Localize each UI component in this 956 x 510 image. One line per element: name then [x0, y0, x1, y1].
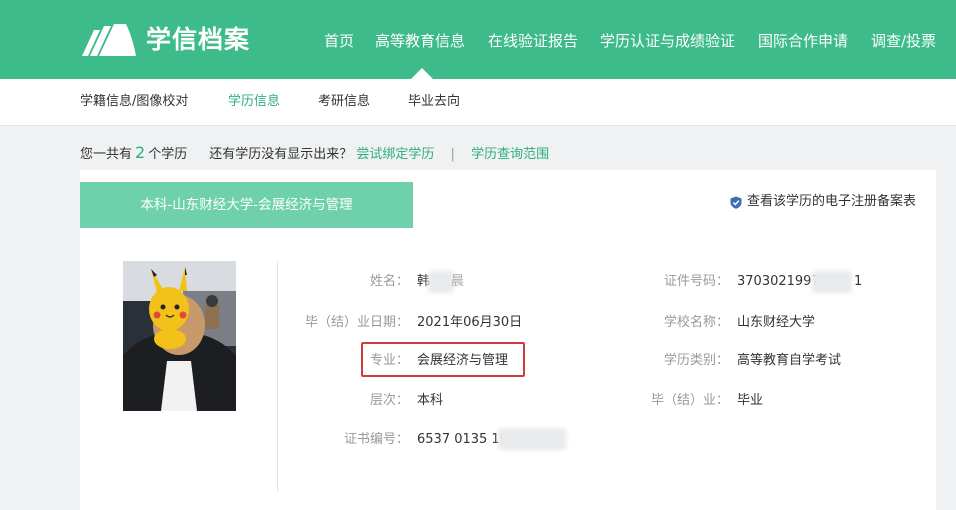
sub-nav: 学籍信息/图像校对 学历信息 考研信息 毕业去向	[0, 79, 956, 126]
nav-home[interactable]: 首页	[324, 30, 354, 52]
cert-number-value: 6537 0135 19	[417, 432, 508, 447]
redaction-blur	[812, 271, 852, 293]
school-label: 学校名称：	[663, 315, 729, 330]
level-label: 层次：	[369, 393, 409, 408]
degree-tab[interactable]: 本科-山东财经大学-会展经济与管理	[80, 182, 413, 228]
redaction-blur	[498, 428, 566, 450]
nav-higher-education[interactable]: 高等教育信息	[375, 30, 465, 52]
register-link-text: 查看该学历的电子注册备案表	[746, 194, 916, 209]
subnav-degree-info[interactable]: 学历信息	[228, 93, 280, 111]
query-scope-link[interactable]: 学历查询范围	[471, 147, 549, 162]
id-label: 证件号码：	[663, 274, 729, 289]
grad-date-label: 毕（结）业日期：	[304, 315, 409, 330]
register-form-link[interactable]: 查看该学历的电子注册备案表	[730, 192, 916, 212]
photo-image	[123, 261, 236, 411]
nav-international[interactable]: 国际合作申请	[758, 30, 848, 52]
grad-result-label: 毕（结）业：	[650, 393, 729, 408]
nav-certification[interactable]: 学历认证与成绩验证	[600, 30, 735, 52]
school-value: 山东财经大学	[737, 315, 816, 330]
nav-survey[interactable]: 调查/投票	[871, 30, 936, 52]
subnav-enrollment[interactable]: 学籍信息/图像校对	[80, 93, 188, 111]
summary-suffix: 个学历	[148, 147, 188, 162]
degree-type-label: 学历类别：	[663, 353, 729, 368]
degree-count: 2	[135, 143, 146, 162]
name-value-tail: 晨	[451, 274, 465, 289]
shield-icon	[730, 196, 742, 209]
grad-date-value: 2021年06月30日	[417, 315, 523, 330]
cert-number-label: 证书编号：	[343, 432, 409, 447]
top-header: 学信档案 首页 高等教育信息 在线验证报告 学历认证与成绩验证 国际合作申请 调…	[0, 0, 956, 79]
summary-prefix: 您一共有	[80, 147, 133, 162]
name-label: 姓名：	[369, 274, 409, 289]
bind-degree-link[interactable]: 尝试绑定学历	[356, 147, 434, 162]
link-separator: |	[450, 147, 455, 162]
highlight-box	[361, 342, 525, 377]
id-value-tail: 1	[854, 274, 863, 289]
subnav-postgrad-exam[interactable]: 考研信息	[318, 93, 370, 111]
main-nav: 首页 高等教育信息 在线验证报告 学历认证与成绩验证 国际合作申请 调查/投票	[0, 0, 956, 79]
degree-summary: 您一共有 2 个学历 还有学历没有显示出来？ 尝试绑定学历 | 学历查询范围	[80, 143, 549, 163]
level-value: 本科	[417, 393, 444, 408]
degree-card: 本科-山东财经大学-会展经济与管理 查看该学历的电子注册备案表 姓名： 韩 晨 …	[80, 170, 936, 510]
active-nav-caret	[411, 68, 433, 79]
divider-line	[277, 262, 278, 492]
nav-online-report[interactable]: 在线验证报告	[488, 30, 578, 52]
grad-result-value: 毕业	[737, 393, 764, 408]
degree-type-value: 高等教育自学考试	[737, 353, 842, 368]
missing-degree-text: 还有学历没有显示出来？	[209, 147, 353, 162]
subnav-destination[interactable]: 毕业去向	[408, 93, 460, 111]
student-photo	[123, 261, 236, 411]
